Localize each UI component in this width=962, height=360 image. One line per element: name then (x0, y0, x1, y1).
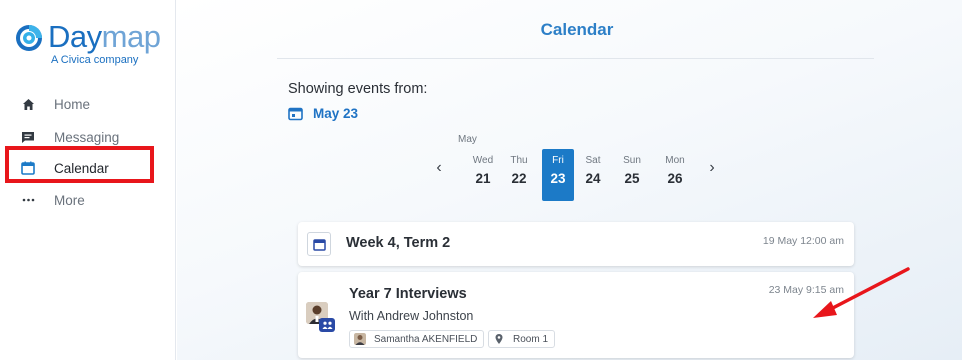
day-date: 22 (511, 171, 527, 186)
showing-events-label: Showing events from: (288, 81, 428, 97)
sidebar-item-label: Home (54, 96, 91, 112)
logo-wordmark: Daymap (48, 19, 161, 54)
sidebar-item-home[interactable]: Home (20, 93, 160, 115)
next-week-button[interactable]: › (704, 158, 720, 178)
date-picker-button[interactable]: May 23 (288, 106, 358, 121)
day-name: Sun (623, 155, 641, 166)
sidebar-item-label: Messaging (54, 129, 120, 145)
prev-week-button[interactable]: ‹ (431, 158, 447, 178)
person-chip: Samantha AKENFIELD (349, 330, 485, 348)
location-pin-icon (495, 334, 503, 344)
day-name: Mon (665, 155, 685, 166)
event-title: Week 4, Term 2 (346, 235, 451, 251)
day-mon[interactable]: Mon 26 (659, 149, 691, 201)
date-picker-value: May 23 (313, 106, 359, 121)
day-date: 24 (585, 171, 601, 186)
daymap-logo-icon (16, 25, 42, 51)
day-name: Thu (510, 155, 528, 166)
day-name: Wed (472, 155, 494, 166)
day-date: 23 (550, 171, 566, 186)
day-sat[interactable]: Sat 24 (577, 149, 609, 201)
event-title: Year 7 Interviews (349, 286, 467, 302)
page-title: Calendar (540, 20, 614, 39)
event-card[interactable]: Year 7 Interviews 23 May 9:15 am With An… (298, 272, 854, 358)
location-name: Room 1 (513, 333, 549, 345)
person-name: Samantha AKENFIELD (374, 333, 478, 345)
title-divider (277, 58, 874, 59)
day-thu[interactable]: Thu 22 (503, 149, 535, 201)
day-wed[interactable]: Wed 21 (467, 149, 499, 201)
month-label: May (458, 134, 477, 145)
person-avatar-icon (354, 333, 366, 345)
logo-tagline: A Civica company (51, 54, 139, 66)
sidebar-item-label: More (54, 192, 85, 208)
annotation-highlight-box (5, 146, 154, 183)
day-name: Fri (552, 155, 564, 166)
sidebar-item-more[interactable]: More (20, 189, 160, 211)
more-dots-icon (20, 192, 36, 208)
home-icon (20, 96, 36, 112)
calendar-event-icon (307, 232, 331, 256)
day-date: 25 (624, 171, 640, 186)
annotation-arrow (813, 267, 910, 318)
event-time: 19 May 12:00 am (762, 235, 844, 247)
message-icon (20, 129, 36, 145)
day-fri-selected[interactable]: Fri 23 (542, 149, 574, 201)
calendar-icon (288, 107, 303, 121)
event-card[interactable]: Week 4, Term 2 19 May 12:00 am (298, 222, 854, 266)
day-name: Sat (585, 155, 601, 166)
sidebar-item-messaging[interactable]: Messaging (20, 126, 160, 148)
event-subtitle: With Andrew Johnston (349, 309, 474, 323)
group-icon (319, 318, 335, 332)
daymap-logo[interactable]: Daymap A Civica company (14, 16, 164, 66)
location-chip: Room 1 (488, 330, 556, 348)
day-date: 26 (667, 171, 683, 186)
day-date: 21 (475, 171, 491, 186)
day-sun[interactable]: Sun 25 (616, 149, 648, 201)
